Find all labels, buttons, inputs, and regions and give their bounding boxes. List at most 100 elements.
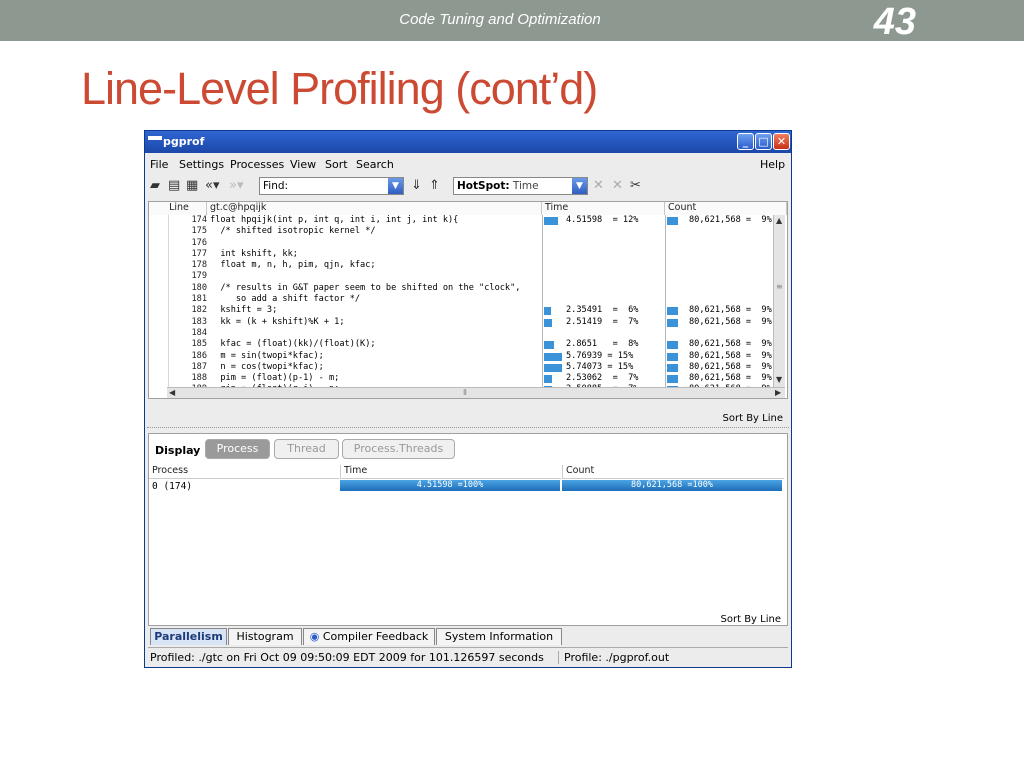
hotspot-clear-icon[interactable]: ✂ <box>630 178 641 194</box>
table-row[interactable]: 185 kfac = (float)(kk)/(float)(K); 2.8651… <box>149 339 774 350</box>
col-header-line[interactable]: Line <box>149 202 207 215</box>
scroll-grip-icon[interactable]: ≡ <box>776 282 783 291</box>
col-header-count[interactable]: Count <box>665 202 787 215</box>
horizontal-scrollbar[interactable]: ◀ Ⅱ ▶ <box>167 387 785 398</box>
col-header-time[interactable]: Time <box>340 465 561 479</box>
count-bar <box>667 341 678 350</box>
scroll-grip-icon[interactable]: Ⅱ <box>463 388 467 397</box>
menu-sort[interactable]: Sort <box>325 158 348 171</box>
forward-icon[interactable]: »▾ <box>229 178 243 194</box>
status-profile-file: Profile: ./pgprof.out <box>558 651 669 664</box>
scroll-left-icon[interactable]: ◀ <box>169 388 175 397</box>
count-bar <box>667 318 678 327</box>
table-row[interactable]: 174 float hpqijk(int p, int q, int i, int… <box>149 215 774 226</box>
line-number: 180 <box>191 282 207 293</box>
line-number: 182 <box>191 305 207 316</box>
hotspot-prev-icon[interactable]: ✕ <box>593 178 604 194</box>
find-up-icon[interactable]: ⇑ <box>429 178 440 194</box>
scroll-up-icon[interactable]: ▲ <box>776 216 782 225</box>
line-number: 185 <box>191 339 207 350</box>
tab-parallelism[interactable]: Parallelism <box>150 628 227 645</box>
process-cell[interactable]: 0 (174) <box>152 481 192 492</box>
maximize-button[interactable]: □ <box>755 133 772 150</box>
time-value: 2.8651 = 8% <box>566 339 639 350</box>
tab-system-information[interactable]: System Information <box>436 628 562 645</box>
table-row[interactable]: 186 m = sin(twopi*kfac); 5.76939 = 15% 80,… <box>149 351 774 362</box>
count-bar <box>667 363 678 372</box>
table-row[interactable]: 187 n = cos(twopi*kfac); 5.74073 = 15% 80,… <box>149 362 774 373</box>
sort-by-line-label[interactable]: Sort By Line <box>721 614 781 625</box>
table-row[interactable]: 177 int kshift, kk; <box>149 249 774 260</box>
col-header-count[interactable]: Count <box>562 465 784 479</box>
line-number: 181 <box>191 294 207 305</box>
tab-compiler-feedback[interactable]: ◉ Compiler Feedback <box>303 628 435 645</box>
sort-by-line-label[interactable]: Sort By Line <box>723 413 783 424</box>
table-row[interactable]: 182 kshift = 3; 2.35491 = 6% 80,621,568 = … <box>149 305 774 316</box>
count-bar <box>667 352 678 361</box>
hotspot-combo[interactable]: HotSpot: Time ▼ <box>453 177 588 195</box>
count-value: 80,621,568 = 9% <box>689 339 772 350</box>
slide-header-title: Code Tuning and Optimization <box>399 11 601 28</box>
time-bar <box>544 352 562 361</box>
table-row[interactable]: 183 kk = (k + kshift)%K + 1; 2.51419 = 7%… <box>149 317 774 328</box>
back-icon[interactable]: «▾ <box>205 178 219 194</box>
source-line: kshift = 3; <box>210 305 278 316</box>
minimize-button[interactable]: _ <box>737 133 754 150</box>
window-titlebar[interactable]: pgprof _ □ ✕ <box>145 131 791 153</box>
source-line: float m, n, h, pim, qjn, kfac; <box>210 260 376 271</box>
find-down-icon[interactable]: ⇓ <box>411 178 422 194</box>
save-icon[interactable]: ▦ <box>186 178 198 194</box>
menu-processes[interactable]: Processes <box>230 158 284 171</box>
table-row[interactable]: 184 <box>149 328 774 339</box>
count-value: 80,621,568 = 9% <box>689 361 772 372</box>
col-header-process[interactable]: Process <box>149 465 339 479</box>
source-line: float hpqijk(int p, int q, int i, int j,… <box>210 215 459 225</box>
menu-settings[interactable]: Settings <box>179 158 224 171</box>
table-row[interactable]: 188 pim = (float)(p-1) - m; 2.53062 = 7% 8… <box>149 373 774 384</box>
menu-file[interactable]: File <box>150 158 168 171</box>
scroll-right-icon[interactable]: ▶ <box>775 388 781 397</box>
slide-header-bar: Code Tuning and Optimization 43 <box>0 0 1024 43</box>
window-title: pgprof <box>163 135 205 148</box>
print-icon[interactable]: ▤ <box>168 178 180 194</box>
line-number: 175 <box>191 226 207 237</box>
count-value: 80,621,568 = 9% <box>689 316 772 327</box>
status-profiled: Profiled: ./gtc on Fri Oct 09 09:50:09 E… <box>150 651 544 664</box>
source-line: /* results in G&T paper seem to be shift… <box>210 282 521 293</box>
tab-compiler-feedback-label: Compiler Feedback <box>322 630 429 643</box>
vertical-scrollbar[interactable]: ▲ ≡ ▼ <box>773 215 785 387</box>
chevron-down-icon[interactable]: ▼ <box>388 178 403 194</box>
close-button[interactable]: ✕ <box>773 133 790 150</box>
table-row[interactable]: 178 float m, n, h, pim, qjn, kfac; <box>149 260 774 271</box>
table-row[interactable]: 181 so add a shift factor */ <box>149 294 774 305</box>
time-bar: 4.51598 =100% <box>340 480 560 491</box>
process-button[interactable]: Process <box>205 439 270 459</box>
source-line: /* shifted isotropic kernel */ <box>210 226 376 237</box>
chevron-down-icon[interactable]: ▼ <box>572 178 587 194</box>
source-line: kfac = (float)(kk)/(float)(K); <box>210 339 376 350</box>
count-value: 80,621,568 = 9% <box>689 305 772 316</box>
menu-search[interactable]: Search <box>356 158 394 171</box>
scroll-down-icon[interactable]: ▼ <box>776 375 782 384</box>
hotspot-label: HotSpot: <box>457 180 510 192</box>
slide-title: Line-Level Profiling (cont’d) <box>81 63 598 114</box>
open-folder-icon[interactable]: ▰ <box>150 178 160 194</box>
find-combo[interactable]: Find: ▼ <box>259 177 404 195</box>
col-header-file[interactable]: gt.c@hpqijk <box>207 202 542 215</box>
table-row[interactable]: 176 <box>149 238 774 249</box>
menu-help[interactable]: Help <box>760 158 785 171</box>
line-number: 188 <box>191 373 207 384</box>
col-header-time[interactable]: Time <box>542 202 665 215</box>
table-row[interactable]: 175 /* shifted isotropic kernel */ <box>149 226 774 237</box>
pane-splitter[interactable] <box>147 427 789 431</box>
time-value: 2.51419 = 7% <box>566 316 639 327</box>
status-bar: Profiled: ./gtc on Fri Oct 09 09:50:09 E… <box>148 647 788 665</box>
thread-button[interactable]: Thread <box>274 439 339 459</box>
time-bar <box>544 363 562 372</box>
hotspot-next-icon[interactable]: ✕ <box>612 178 623 194</box>
table-row[interactable]: 179 <box>149 271 774 282</box>
tab-histogram[interactable]: Histogram <box>228 628 302 645</box>
process-threads-button[interactable]: Process.Threads <box>342 439 455 459</box>
menu-view[interactable]: View <box>290 158 316 171</box>
table-row[interactable]: 180 /* results in G&T paper seem to be s… <box>149 283 774 294</box>
